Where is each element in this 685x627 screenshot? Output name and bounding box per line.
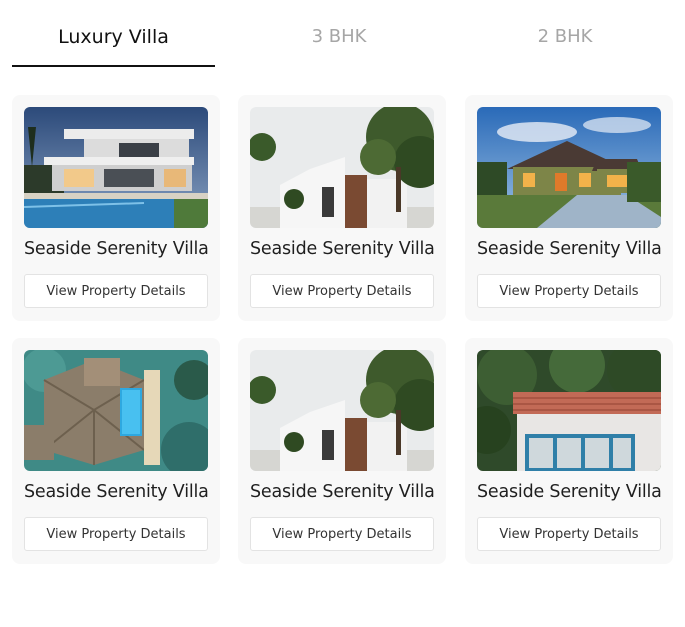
cottage-with-tiled-roof-image	[477, 350, 661, 471]
property-photo	[477, 107, 661, 228]
suburban-house-at-dusk-image	[477, 107, 661, 228]
property-photo	[24, 350, 208, 471]
property-photo	[24, 107, 208, 228]
property-title: Seaside Serenity Villa	[250, 482, 435, 502]
view-property-details-button[interactable]: View Property Details	[477, 274, 661, 308]
property-title: Seaside Serenity Villa	[477, 239, 662, 259]
view-property-details-button[interactable]: View Property Details	[477, 517, 661, 551]
view-property-details-button[interactable]: View Property Details	[250, 274, 434, 308]
modern-villa-with-pool-image	[24, 107, 208, 228]
property-title: Seaside Serenity Villa	[24, 239, 209, 259]
property-card: Seaside Serenity Villa View Property Det…	[12, 338, 220, 564]
tab-2-bhk[interactable]: 2 BHK	[465, 26, 665, 47]
tab-luxury-villa[interactable]: Luxury Villa	[12, 26, 215, 48]
property-card: Seaside Serenity Villa View Property Det…	[12, 95, 220, 321]
property-card: Seaside Serenity Villa View Property Det…	[465, 338, 673, 564]
white-modern-house-with-tree-image	[250, 350, 434, 471]
property-card: Seaside Serenity Villa View Property Det…	[465, 95, 673, 321]
active-tab-indicator	[12, 65, 215, 67]
aerial-villa-with-pool-image	[24, 350, 208, 471]
property-title: Seaside Serenity Villa	[477, 482, 662, 502]
property-photo	[250, 350, 434, 471]
property-tabs: Luxury Villa 3 BHK 2 BHK	[0, 0, 685, 68]
property-title: Seaside Serenity Villa	[24, 482, 209, 502]
white-modern-house-with-tree-image	[250, 107, 434, 228]
property-card: Seaside Serenity Villa View Property Det…	[238, 338, 446, 564]
view-property-details-button[interactable]: View Property Details	[24, 517, 208, 551]
tab-3-bhk[interactable]: 3 BHK	[239, 26, 439, 47]
view-property-details-button[interactable]: View Property Details	[24, 274, 208, 308]
property-card: Seaside Serenity Villa View Property Det…	[238, 95, 446, 321]
property-photo	[250, 107, 434, 228]
view-property-details-button[interactable]: View Property Details	[250, 517, 434, 551]
property-title: Seaside Serenity Villa	[250, 239, 435, 259]
property-photo	[477, 350, 661, 471]
